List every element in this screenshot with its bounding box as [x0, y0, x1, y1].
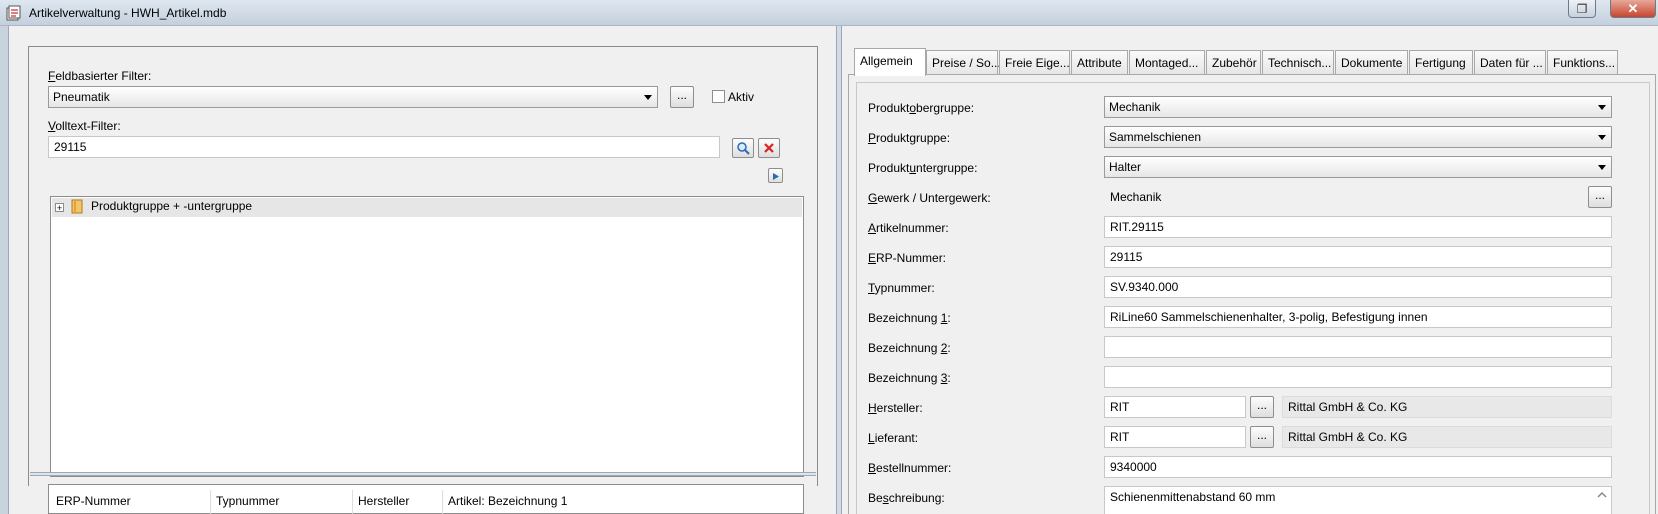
gewerk-value: Mechanik: [1104, 186, 1584, 208]
lieferant-label: Lieferant:: [868, 431, 919, 445]
field-filter-label: Feldbasierter Filter:: [48, 69, 152, 83]
beschreibung-label: Beschreibung:: [868, 491, 945, 505]
tab-daten-fuer[interactable]: Daten für ...: [1474, 50, 1546, 74]
search-icon: [737, 142, 750, 155]
produktgruppe-combo[interactable]: Sammelschienen: [1104, 126, 1612, 148]
chevron-down-icon: [1598, 105, 1606, 110]
col-header-erp[interactable]: ERP-Nummer: [56, 494, 131, 508]
bestellnummer-label: Bestellnummer:: [868, 461, 952, 475]
produktuntergruppe-combo[interactable]: Halter: [1104, 156, 1612, 178]
erp-nummer-input[interactable]: 29115: [1104, 246, 1612, 268]
col-header-typnummer[interactable]: Typnummer: [216, 494, 279, 508]
field-filter-combo[interactable]: Pneumatik: [48, 86, 658, 108]
col-header-bezeichnung[interactable]: Artikel: Bezeichnung 1: [448, 494, 567, 508]
delete-icon: [764, 143, 774, 153]
window-title: Artikelverwaltung - HWH_Artikel.mdb: [29, 6, 227, 20]
horizontal-splitter[interactable]: [30, 472, 816, 476]
bezeichnung-2-input[interactable]: [1104, 336, 1612, 358]
title-bar: [0, 0, 1658, 26]
chevron-down-icon: [1598, 135, 1606, 140]
aktiv-label: Aktiv: [728, 90, 755, 104]
beschreibung-scrollbar[interactable]: [1594, 488, 1610, 514]
close-button[interactable]: ✕: [1610, 0, 1656, 18]
clear-filter-button[interactable]: [758, 138, 780, 158]
lieferant-browse-button[interactable]: ...: [1250, 426, 1274, 448]
fulltext-filter-input[interactable]: 29115: [48, 136, 720, 158]
aktiv-checkbox[interactable]: [712, 90, 725, 103]
bezeichnung-3-label: Bezeichnung 3:: [868, 371, 951, 385]
tab-preise[interactable]: Preise / So...: [926, 50, 1001, 74]
chevron-up-icon: [1597, 491, 1607, 498]
col-header-hersteller[interactable]: Hersteller: [358, 494, 409, 508]
artikelnummer-label: Artikelnummer:: [868, 221, 949, 235]
beschreibung-textarea[interactable]: Schienenmittenabstand 60 mm: [1104, 486, 1612, 514]
field-filter-browse-button[interactable]: ...: [670, 86, 694, 108]
lieferant-input[interactable]: RIT: [1104, 426, 1246, 448]
typnummer-input[interactable]: SV.9340.000: [1104, 276, 1612, 298]
tree-root-label: Produktgruppe + -untergruppe: [91, 199, 253, 213]
tree-expander-icon[interactable]: +: [55, 203, 64, 213]
tab-fertigung[interactable]: Fertigung: [1409, 50, 1473, 74]
hersteller-browse-button[interactable]: ...: [1250, 396, 1274, 418]
tab-technische-daten[interactable]: Technisch...: [1262, 50, 1334, 74]
app-icon: [6, 5, 21, 21]
close-icon: ✕: [1627, 0, 1639, 16]
produktuntergruppe-label: Produktuntergruppe:: [868, 161, 978, 175]
article-table: [48, 484, 804, 514]
category-tree[interactable]: [50, 196, 804, 477]
chevron-down-icon: [644, 95, 652, 100]
tab-allgemein[interactable]: Allgemein: [854, 48, 926, 76]
hersteller-input[interactable]: RIT: [1104, 396, 1246, 418]
lieferant-name: Rittal GmbH & Co. KG: [1282, 426, 1612, 448]
artikelnummer-input[interactable]: RIT.29115: [1104, 216, 1612, 238]
expand-panel-button[interactable]: [768, 168, 783, 183]
gewerk-label: Gewerk / Untergewerk:: [868, 191, 991, 205]
field-filter-value: Pneumatik: [53, 90, 110, 104]
bezeichnung-2-label: Bezeichnung 2:: [868, 341, 951, 355]
search-button[interactable]: [732, 138, 754, 158]
typnummer-label: Typnummer:: [868, 281, 935, 295]
tab-montagedaten[interactable]: Montaged...: [1129, 50, 1205, 74]
fulltext-filter-label: Volltext-Filter:: [48, 119, 121, 133]
tab-attribute[interactable]: Attribute: [1071, 50, 1128, 74]
produktgruppe-label: Produktgruppe:: [868, 131, 951, 145]
bezeichnung-3-input[interactable]: [1104, 366, 1612, 388]
chevron-down-icon: [1598, 165, 1606, 170]
produktobergruppe-combo[interactable]: Mechanik: [1104, 96, 1612, 118]
bestellnummer-input[interactable]: 9340000: [1104, 456, 1612, 478]
produktobergruppe-label: Produktobergruppe:: [868, 101, 975, 115]
tab-zubehoer[interactable]: Zubehör: [1206, 50, 1261, 74]
play-icon: [773, 173, 779, 180]
gewerk-browse-button[interactable]: ...: [1588, 186, 1612, 208]
tab-funktionen[interactable]: Funktions...: [1547, 50, 1618, 74]
erp-nummer-label: ERP-Nummer:: [868, 251, 947, 265]
hersteller-label: Hersteller:: [868, 401, 923, 415]
folder-book-icon: [71, 199, 83, 214]
restore-button[interactable]: ❐: [1568, 0, 1596, 18]
bezeichnung-1-label: Bezeichnung 1:: [868, 311, 951, 325]
restore-icon: ❐: [1576, 1, 1588, 16]
tab-freie-eigenschaften[interactable]: Freie Eige...: [999, 50, 1070, 74]
bezeichnung-1-input[interactable]: RiLine60 Sammelschienenhalter, 3-polig, …: [1104, 306, 1612, 328]
tab-dokumente[interactable]: Dokumente: [1335, 50, 1408, 74]
hersteller-name: Rittal GmbH & Co. KG: [1282, 396, 1612, 418]
